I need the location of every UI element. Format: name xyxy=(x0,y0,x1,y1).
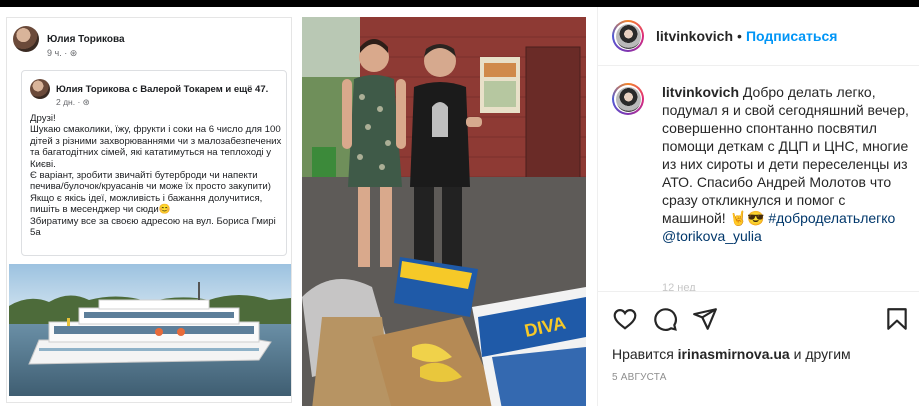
post-date[interactable]: 5 АВГУСТА xyxy=(612,372,667,383)
fb-post-time: 9 ч. · ⊛ xyxy=(47,48,78,58)
fb-shared-author: Юлия Торикова с Валерой Токарем и ещё 47… xyxy=(56,83,269,95)
post-side-panel: litvinkovich • Подписаться litvinkovich … xyxy=(597,7,919,406)
boat-photo xyxy=(9,264,291,396)
heart-icon[interactable] xyxy=(612,306,638,332)
comment-icon[interactable] xyxy=(652,306,678,332)
fb-shared-time: 2 дн. · ⊛ xyxy=(56,97,90,107)
author-avatar[interactable] xyxy=(612,20,644,52)
author-username[interactable]: litvinkovich xyxy=(656,28,733,44)
post-caption: litvinkovich Добро делать легко, подумал… xyxy=(612,83,912,245)
volunteers-photo: DIVA xyxy=(302,17,586,406)
caption-hashtag[interactable]: #доброделатьлегко xyxy=(768,210,895,226)
fb-post-text: Друзі! Шукаю смаколики, їжу, фрукти і со… xyxy=(30,113,282,239)
post-actions: Нравится irinasmirnova.ua и другим 5 АВГ… xyxy=(598,291,919,403)
likes-prefix: Нравится xyxy=(612,346,674,362)
post-header: litvinkovich • Подписаться xyxy=(598,7,919,66)
fb-author-name: Юлия Торикова xyxy=(47,33,125,45)
caption-mention[interactable]: @torikova_yulia xyxy=(662,228,762,244)
fb-avatar xyxy=(13,26,39,52)
header-separator: • xyxy=(737,28,742,44)
likes-summary: Нравится irinasmirnova.ua и другим xyxy=(612,346,851,362)
fb-shared-avatar xyxy=(30,79,50,99)
follow-button[interactable]: Подписаться xyxy=(746,28,838,44)
fb-shared-post: Юлия Торикова с Валерой Токарем и ещё 47… xyxy=(21,70,287,256)
share-icon[interactable] xyxy=(692,306,718,332)
likes-suffix[interactable]: и другим xyxy=(794,346,851,362)
facebook-screenshot: Юлия Торикова 9 ч. · ⊛ Юлия Торикова с В… xyxy=(6,17,292,403)
top-black-bar xyxy=(0,0,919,7)
caption-avatar[interactable] xyxy=(612,83,644,115)
likes-user[interactable]: irinasmirnova.ua xyxy=(678,346,790,362)
bookmark-icon[interactable] xyxy=(884,306,910,332)
post-image[interactable]: Юлия Торикова 9 ч. · ⊛ Юлия Торикова с В… xyxy=(0,7,597,406)
caption-username[interactable]: litvinkovich xyxy=(662,84,739,100)
caption-text: litvinkovich Добро делать легко, подумал… xyxy=(662,83,912,245)
